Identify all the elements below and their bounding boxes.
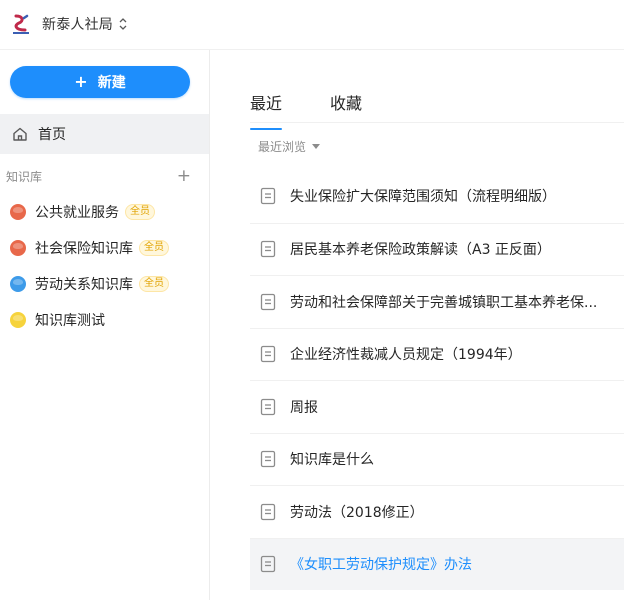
kb-name: 社会保险知识库 xyxy=(35,241,133,257)
new-button[interactable]: + 新建 xyxy=(10,66,190,98)
tab-bar: 最近 收藏 xyxy=(250,90,410,130)
document-icon xyxy=(260,556,276,573)
document-icon xyxy=(260,451,276,468)
document-row[interactable]: 失业保险扩大保障范围须知（流程明细版） xyxy=(250,170,624,223)
document-title: 知识库是什么 xyxy=(290,452,374,469)
switch-icon xyxy=(119,18,127,30)
app-window: 新泰人社局 + 新建 首页 知识库 + 公共就业服务 全员 社会保险知识库 全员… xyxy=(0,0,624,600)
sidebar: + 新建 首页 知识库 + 公共就业服务 全员 社会保险知识库 全员 劳动关系知… xyxy=(0,50,210,600)
kb-section-title: 知识库 xyxy=(6,169,43,184)
new-button-label: 新建 xyxy=(97,75,126,91)
kb-item[interactable]: 公共就业服务 全员 xyxy=(0,194,209,230)
kb-color-icon xyxy=(10,312,26,328)
kb-name: 劳动关系知识库 xyxy=(35,277,133,293)
sidebar-item-label: 首页 xyxy=(38,127,66,143)
kb-item[interactable]: 社会保险知识库 全员 xyxy=(0,230,209,266)
document-icon xyxy=(260,241,276,258)
recent-filter-dropdown[interactable]: 最近浏览 xyxy=(258,138,321,155)
caret-down-icon xyxy=(312,144,321,149)
sidebar-item-home[interactable]: 首页 xyxy=(0,114,209,154)
document-title: 企业经济性裁减人员规定（1994年） xyxy=(290,347,522,364)
kb-color-icon xyxy=(10,240,26,256)
document-row[interactable]: 劳动和社会保障部关于完善城镇职工基本养老保... xyxy=(250,275,624,328)
kb-list: 公共就业服务 全员 社会保险知识库 全员 劳动关系知识库 全员 知识库测试 xyxy=(0,194,209,338)
document-row[interactable]: 知识库是什么 xyxy=(250,432,624,486)
kb-item[interactable]: 劳动关系知识库 全员 xyxy=(0,266,209,302)
document-icon xyxy=(260,503,276,520)
top-header: 新泰人社局 xyxy=(0,0,624,50)
document-row[interactable]: 周报 xyxy=(250,380,624,433)
tabs-divider xyxy=(250,122,624,123)
org-switcher[interactable]: 新泰人社局 xyxy=(42,13,128,35)
org-name: 新泰人社局 xyxy=(42,17,113,33)
kb-access-badge: 全员 xyxy=(139,276,169,292)
kb-name: 公共就业服务 xyxy=(35,205,119,221)
document-list: 失业保险扩大保障范围须知（流程明细版） 居民基本养老保险政策解读（A3 正反面）… xyxy=(250,170,624,590)
kb-section-header: 知识库 + xyxy=(0,164,209,188)
document-icon xyxy=(260,398,276,415)
document-title: 周报 xyxy=(290,399,318,416)
document-row[interactable]: 企业经济性裁减人员规定（1994年） xyxy=(250,327,624,381)
tab-favorites[interactable]: 收藏 xyxy=(330,90,362,122)
document-title: 失业保险扩大保障范围须知（流程明细版） xyxy=(290,189,556,206)
kb-item[interactable]: 知识库测试 xyxy=(0,302,209,338)
tab-recent[interactable]: 最近 xyxy=(250,90,283,130)
kb-name: 知识库测试 xyxy=(35,313,105,329)
document-title: 居民基本养老保险政策解读（A3 正反面） xyxy=(290,242,551,259)
document-title: 劳动和社会保障部关于完善城镇职工基本养老保... xyxy=(290,294,598,311)
add-kb-button[interactable]: + xyxy=(177,167,191,185)
document-row[interactable]: 居民基本养老保险政策解读（A3 正反面） xyxy=(250,222,624,276)
kb-access-badge: 全员 xyxy=(125,204,155,220)
org-logo-icon xyxy=(13,14,29,34)
document-title: 《女职工劳动保护规定》办法 xyxy=(290,557,472,574)
filter-label: 最近浏览 xyxy=(258,140,307,154)
kb-color-icon xyxy=(10,204,26,220)
document-title: 劳动法（2018修正） xyxy=(290,504,424,521)
kb-access-badge: 全员 xyxy=(139,240,169,256)
home-icon xyxy=(13,127,27,141)
document-row[interactable]: 《女职工劳动保护规定》办法 xyxy=(250,537,624,590)
plus-icon: + xyxy=(74,72,88,91)
document-row[interactable]: 劳动法（2018修正） xyxy=(250,485,624,538)
document-icon xyxy=(260,346,276,363)
kb-color-icon xyxy=(10,276,26,292)
main-content: 最近 收藏 最近浏览 失业保险扩大保障范围须知（流程明细版） 居民基本养老保险政… xyxy=(210,50,624,600)
document-icon xyxy=(260,188,276,205)
document-icon xyxy=(260,293,276,310)
